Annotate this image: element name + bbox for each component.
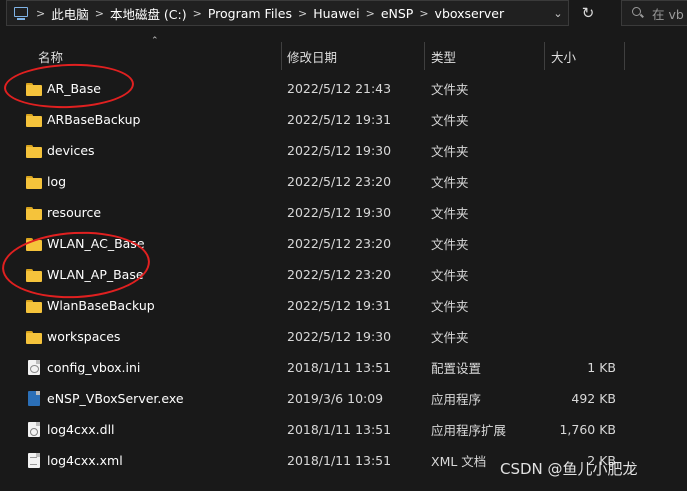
chevron-right-icon[interactable]: > <box>298 7 307 20</box>
file-type: 文件夹 <box>431 175 469 190</box>
file-name: log4cxx.dll <box>47 422 115 437</box>
file-row[interactable]: devices 2022/5/12 19:30 文件夹 <box>0 135 687 166</box>
folder-icon <box>26 113 42 127</box>
file-date: 2019/3/6 10:09 <box>287 391 384 406</box>
breadcrumb-item-vboxserver[interactable]: vboxserver <box>435 6 505 21</box>
file-name: eNSP_VBoxServer.exe <box>47 391 184 406</box>
file-row[interactable]: workspaces 2022/5/12 19:30 文件夹 <box>0 321 687 352</box>
column-divider[interactable] <box>281 42 282 70</box>
search-box[interactable]: 在 vb <box>621 0 687 26</box>
file-type: 文件夹 <box>431 144 469 159</box>
file-date: 2022/5/12 19:30 <box>287 205 392 220</box>
column-divider[interactable] <box>544 42 545 70</box>
column-divider[interactable] <box>624 42 625 70</box>
address-toolbar: > 此电脑 > 本地磁盘 (C:) > Program Files > Huaw… <box>0 0 687 26</box>
file-name: resource <box>47 205 102 220</box>
config-file-icon <box>28 360 40 375</box>
chevron-right-icon[interactable]: > <box>36 7 45 20</box>
address-dropdown-icon[interactable]: ⌄ <box>548 1 568 25</box>
file-type: 文件夹 <box>431 268 469 283</box>
chevron-right-icon[interactable]: > <box>419 7 428 20</box>
file-size: 1 KB <box>587 360 616 375</box>
column-header-type[interactable]: 类型 <box>431 42 456 70</box>
file-size <box>546 104 616 135</box>
file-name: ARBaseBackup <box>47 112 141 127</box>
chevron-right-icon[interactable]: > <box>193 7 202 20</box>
file-size: 1,760 KB <box>559 422 616 437</box>
file-name: config_vbox.ini <box>47 360 141 375</box>
search-icon <box>632 7 644 19</box>
file-type: 文件夹 <box>431 82 469 97</box>
file-name: devices <box>47 143 95 158</box>
breadcrumb-item-program-files[interactable]: Program Files <box>208 6 292 21</box>
file-date: 2022/5/12 19:30 <box>287 329 392 344</box>
file-type: 文件夹 <box>431 299 469 314</box>
file-size <box>546 135 616 166</box>
xml-file-icon <box>28 453 40 468</box>
file-size <box>546 73 616 104</box>
file-type: 文件夹 <box>431 206 469 221</box>
file-name: log4cxx.xml <box>47 453 123 468</box>
file-type: 应用程序扩展 <box>431 423 507 438</box>
file-date: 2022/5/12 23:20 <box>287 174 392 189</box>
file-name: log <box>47 174 67 189</box>
file-size <box>546 166 616 197</box>
folder-icon <box>26 175 42 189</box>
file-row[interactable]: ARBaseBackup 2022/5/12 19:31 文件夹 <box>0 104 687 135</box>
file-size <box>546 290 616 321</box>
file-date: 2022/5/12 23:20 <box>287 236 392 251</box>
dll-file-icon <box>28 422 40 437</box>
file-type: 文件夹 <box>431 237 469 252</box>
column-divider[interactable] <box>424 42 425 70</box>
folder-icon <box>26 206 42 220</box>
exe-file-icon <box>28 391 40 406</box>
column-header-size[interactable]: 大小 <box>551 42 576 70</box>
file-size <box>546 259 616 290</box>
file-row[interactable]: eNSP_VBoxServer.exe 2019/3/6 10:09 应用程序 … <box>0 383 687 414</box>
file-type: XML 文档 <box>431 454 487 469</box>
search-placeholder: 在 vb <box>652 6 684 22</box>
file-size: 492 KB <box>571 391 616 406</box>
file-row[interactable]: WlanBaseBackup 2022/5/12 19:31 文件夹 <box>0 290 687 321</box>
file-date: 2018/1/11 13:51 <box>287 422 392 437</box>
file-type: 配置设置 <box>431 361 482 376</box>
file-date: 2022/5/12 19:30 <box>287 143 392 158</box>
file-row[interactable]: resource 2022/5/12 19:30 文件夹 <box>0 197 687 228</box>
folder-icon <box>26 299 42 313</box>
file-date: 2018/1/11 13:51 <box>287 453 392 468</box>
chevron-right-icon[interactable]: > <box>95 7 104 20</box>
folder-icon <box>26 144 42 158</box>
refresh-icon[interactable]: ↻ <box>574 0 602 26</box>
file-date: 2022/5/12 19:31 <box>287 298 392 313</box>
address-bar[interactable]: > 此电脑 > 本地磁盘 (C:) > Program Files > Huaw… <box>6 0 569 26</box>
file-row[interactable]: log4cxx.dll 2018/1/11 13:51 应用程序扩展 1,760… <box>0 414 687 445</box>
computer-icon <box>12 6 30 20</box>
file-type: 文件夹 <box>431 330 469 345</box>
breadcrumb-item-huawei[interactable]: Huawei <box>313 6 359 21</box>
file-date: 2022/5/12 19:31 <box>287 112 392 127</box>
file-row[interactable]: log 2022/5/12 23:20 文件夹 <box>0 166 687 197</box>
file-name: workspaces <box>47 329 121 344</box>
breadcrumb-item-ensp[interactable]: eNSP <box>381 6 414 21</box>
file-size <box>546 228 616 259</box>
column-header-date[interactable]: 修改日期 <box>287 42 337 70</box>
breadcrumb-item-local-disk[interactable]: 本地磁盘 (C:) <box>110 4 187 23</box>
file-type: 应用程序 <box>431 392 482 407</box>
breadcrumb: 此电脑 > 本地磁盘 (C:) > Program Files > Huawei… <box>51 4 504 23</box>
folder-icon <box>26 330 42 344</box>
chevron-right-icon[interactable]: > <box>366 7 375 20</box>
watermark: CSDN @鱼儿小肥龙 <box>500 460 638 478</box>
file-date: 2022/5/12 21:43 <box>287 81 392 96</box>
file-date: 2018/1/11 13:51 <box>287 360 392 375</box>
breadcrumb-item-this-pc[interactable]: 此电脑 <box>51 4 89 23</box>
file-size <box>546 197 616 228</box>
file-type: 文件夹 <box>431 113 469 128</box>
file-size <box>546 321 616 352</box>
file-name: WlanBaseBackup <box>47 298 155 313</box>
file-row[interactable]: config_vbox.ini 2018/1/11 13:51 配置设置 1 K… <box>0 352 687 383</box>
file-date: 2022/5/12 23:20 <box>287 267 392 282</box>
